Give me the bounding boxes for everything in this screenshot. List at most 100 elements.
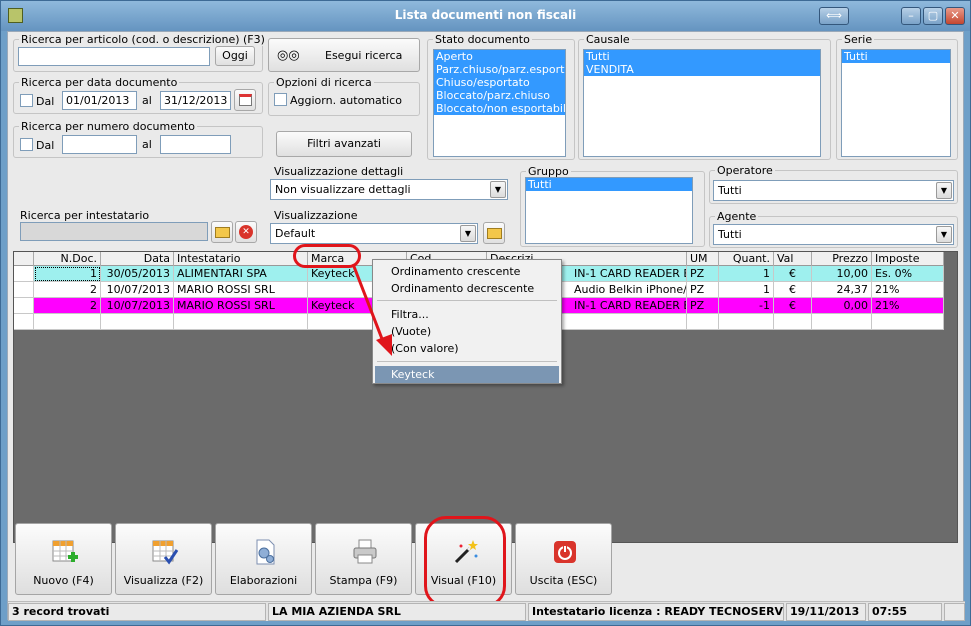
cell-ndoc[interactable]: 1 [34,266,101,282]
cell-data[interactable]: 10/07/2013 [101,282,174,298]
number-to-input[interactable] [160,135,231,154]
doc-state-list[interactable]: Aperto Parz.chiuso/parz.esportato Chiuso… [433,49,566,157]
col-um[interactable]: UM [687,252,719,266]
details-view-select[interactable]: Non visualizzare dettagli ▼ [270,179,508,200]
chevron-down-icon[interactable]: ▼ [936,226,952,243]
close-button[interactable]: ✕ [945,7,965,25]
col-data[interactable]: Data [101,252,174,266]
menu-sort-desc[interactable]: Ordinamento decrescente [391,282,534,295]
cell-val[interactable]: € [774,298,812,314]
date-to-label: al [142,94,152,107]
serie-item[interactable]: Tutti [842,50,950,63]
date-from-input[interactable]: 01/01/2013 [62,91,137,110]
col-intestatario[interactable]: Intestatario [174,252,308,266]
folder-icon[interactable] [211,221,233,243]
doc-state-item[interactable]: Aperto [434,50,565,63]
cell-data[interactable]: 10/07/2013 [101,298,174,314]
col-val[interactable]: Val [774,252,812,266]
cell-empty[interactable] [687,314,719,330]
search-holder-input[interactable] [20,222,208,241]
doc-state-item[interactable]: Chiuso/esportato [434,76,565,89]
col-prezzo[interactable]: Prezzo [812,252,872,266]
cell-imposte[interactable]: 21% [872,282,944,298]
advanced-filters-button[interactable]: Filtri avanzati [276,131,412,157]
number-from-label: Dal [36,139,55,152]
clear-icon[interactable]: ✕ [235,221,257,243]
view-button[interactable]: Visualizza (F2) [115,523,212,595]
cell-ndoc[interactable]: 2 [34,282,101,298]
chevron-down-icon[interactable]: ▼ [936,182,952,199]
minimize-button[interactable]: – [901,7,921,25]
maximize-button[interactable]: ▢ [923,7,943,25]
cell-empty[interactable] [101,314,174,330]
col-imposte[interactable]: Imposte [872,252,944,266]
swap-icon[interactable]: ⟺ [819,7,849,25]
calendar-icon[interactable] [234,89,256,111]
run-search-button[interactable]: ◎◎ Esegui ricerca [268,38,420,72]
today-button[interactable]: Oggi [215,46,255,66]
search-article-input[interactable] [18,47,210,66]
number-to-label: al [142,138,152,151]
doc-state-item[interactable]: Bloccato/non esportabile [434,102,565,115]
serie-list[interactable]: Tutti [841,49,951,157]
exit-button[interactable]: Uscita (ESC) [515,523,612,595]
cell-ndoc[interactable]: 2 [34,298,101,314]
row-indicator [14,298,34,314]
date-from-label: Dal [36,95,55,108]
cell-empty[interactable] [774,314,812,330]
col-ndoc[interactable]: N.Doc. [34,252,101,266]
causale-list[interactable]: Tutti VENDITA [583,49,821,157]
folder-icon[interactable] [483,222,505,244]
cell-empty[interactable] [812,314,872,330]
view-select[interactable]: Default ▼ [270,223,478,244]
causale-item[interactable]: VENDITA [584,63,820,76]
auto-update-checkbox[interactable] [274,93,287,106]
menu-separator [377,361,557,362]
chevron-down-icon[interactable]: ▼ [490,181,506,198]
chevron-down-icon[interactable]: ▼ [460,225,476,242]
cell-quant[interactable]: -1 [719,298,774,314]
cell-imposte[interactable]: Es. 0% [872,266,944,282]
date-to-input[interactable]: 31/12/2013 [160,91,231,110]
cell-quant[interactable]: 1 [719,266,774,282]
menu-item-keyteck[interactable]: Keyteck [375,366,559,383]
cell-empty[interactable] [719,314,774,330]
new-button[interactable]: Nuovo (F4) [15,523,112,595]
col-quant[interactable]: Quant. [719,252,774,266]
number-from-input[interactable] [62,135,137,154]
operatore-select[interactable]: Tutti ▼ [713,180,954,201]
agente-select[interactable]: Tutti ▼ [713,224,954,245]
status-resize-grip[interactable] [944,603,965,621]
status-company: LA MIA AZIENDA SRL [268,603,526,621]
doc-state-item[interactable]: Parz.chiuso/parz.esportato [434,63,565,76]
number-from-checkbox[interactable] [20,138,33,151]
cell-data[interactable]: 30/05/2013 [101,266,174,282]
cell-empty[interactable] [34,314,101,330]
search-article-label: Ricerca per articolo (cod. o descrizione… [19,33,267,46]
causale-item[interactable]: Tutti [584,50,820,63]
processing-button[interactable]: Elaborazioni [215,523,312,595]
gruppo-item[interactable]: Tutti [526,178,692,191]
gruppo-list[interactable]: Tutti [525,177,693,244]
cell-empty[interactable] [174,314,308,330]
cell-prezzo[interactable]: 10,00 [812,266,872,282]
cell-prezzo[interactable]: 0,00 [812,298,872,314]
print-button[interactable]: Stampa (F9) [315,523,412,595]
cell-intestatario[interactable]: ALIMENTARI SPA [174,266,308,282]
cell-val[interactable]: € [774,266,812,282]
operatore-value: Tutti [718,184,742,197]
cell-empty[interactable] [872,314,944,330]
cell-um[interactable]: PZ [687,282,719,298]
cell-intestatario[interactable]: MARIO ROSSI SRL [174,298,308,314]
cell-intestatario[interactable]: MARIO ROSSI SRL [174,282,308,298]
date-from-checkbox[interactable] [20,94,33,107]
cell-imposte[interactable]: 21% [872,298,944,314]
cell-um[interactable]: PZ [687,298,719,314]
cell-prezzo[interactable]: 24,37 [812,282,872,298]
doc-state-item[interactable]: Bloccato/parz.chiuso [434,89,565,102]
cell-um[interactable]: PZ [687,266,719,282]
cell-quant[interactable]: 1 [719,282,774,298]
menu-with-value[interactable]: (Con valore) [391,342,459,355]
menu-sort-asc[interactable]: Ordinamento crescente [391,265,520,278]
cell-val[interactable]: € [774,282,812,298]
